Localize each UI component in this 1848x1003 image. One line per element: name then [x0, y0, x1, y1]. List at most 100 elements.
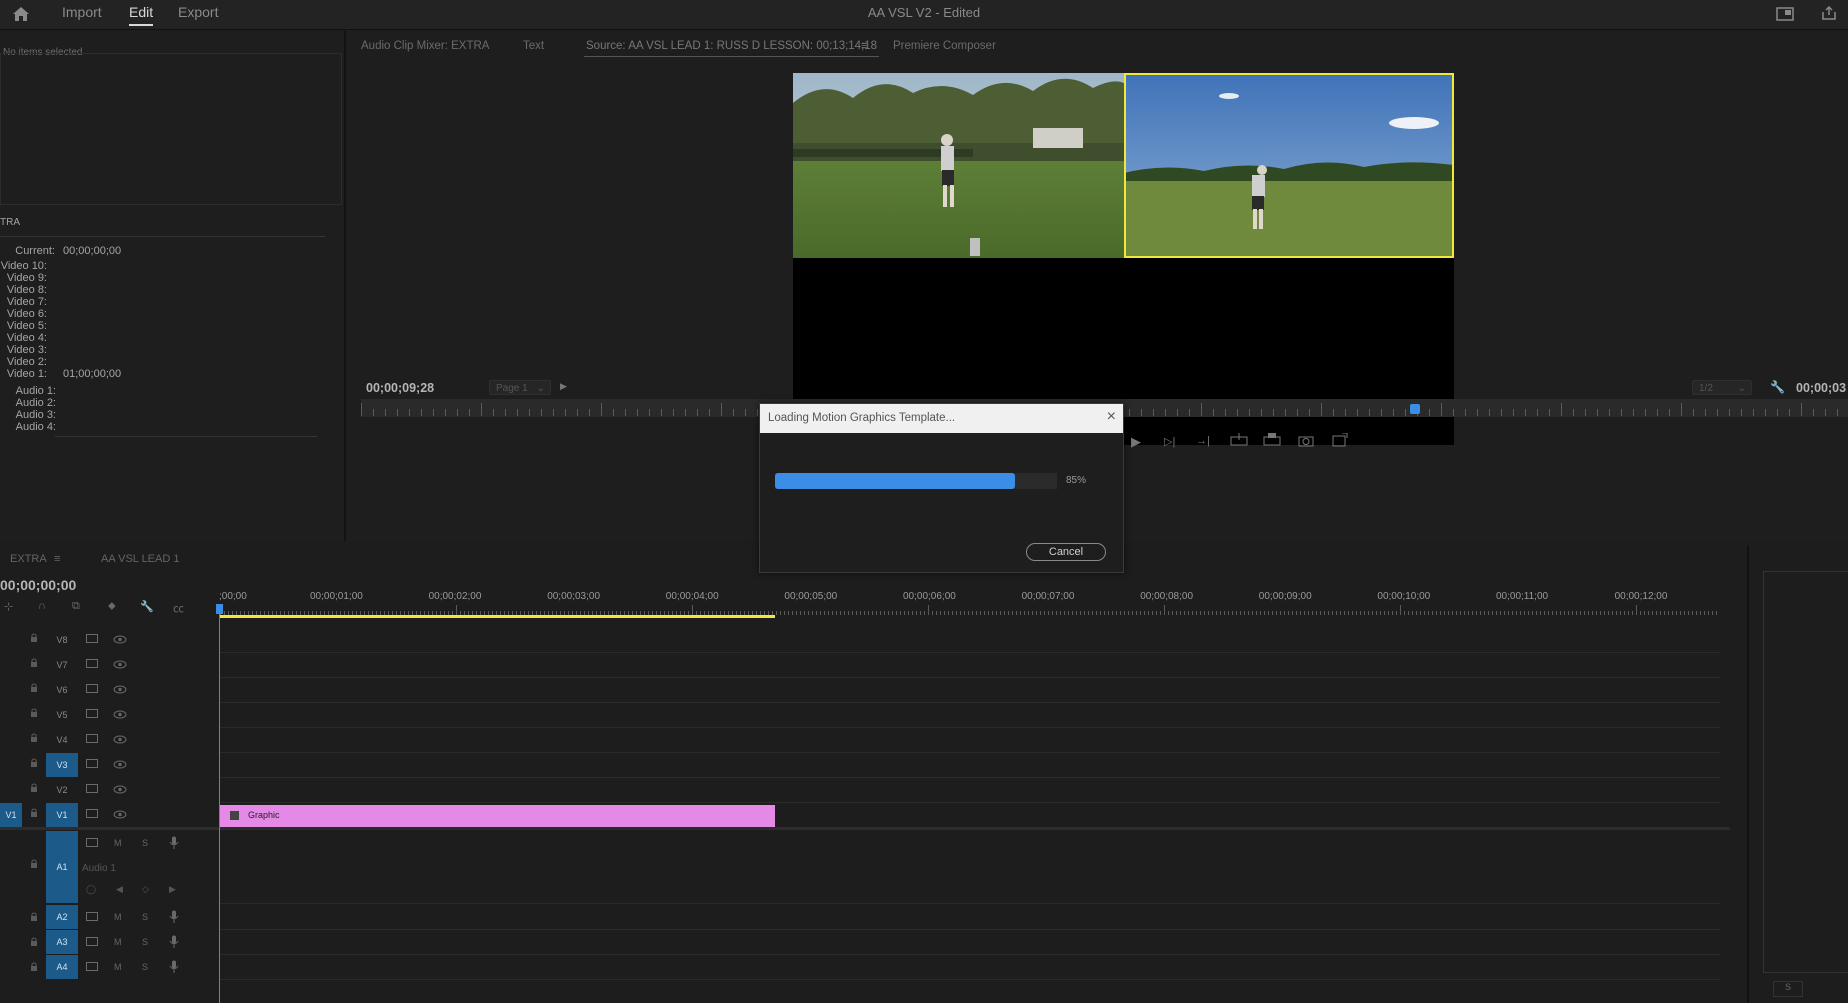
tab-sequence-aa-vsl-lead-1[interactable]: AA VSL LEAD 1: [101, 553, 179, 565]
linked-selection-icon[interactable]: ⧉: [72, 600, 80, 613]
sync-lock-icon[interactable]: [86, 912, 98, 925]
play-button[interactable]: ▶: [1131, 434, 1141, 450]
add-keyframe-icon[interactable]: ◇: [142, 884, 149, 895]
mute-button[interactable]: M: [114, 962, 122, 972]
sync-lock-icon[interactable]: [86, 759, 98, 772]
audio-track-lane[interactable]: [220, 905, 1720, 930]
eye-icon[interactable]: [113, 760, 127, 772]
track-target-v3[interactable]: V3: [46, 753, 78, 777]
source-playhead-marker[interactable]: [1410, 404, 1420, 414]
sync-lock-icon[interactable]: [86, 838, 98, 851]
panel-menu-icon[interactable]: ≡: [861, 40, 867, 52]
sync-lock-icon[interactable]: [86, 709, 98, 722]
add-marker-icon[interactable]: ⬥: [108, 600, 116, 613]
sync-lock-icon[interactable]: [86, 962, 98, 975]
prev-keyframe-icon[interactable]: ◀: [116, 884, 123, 895]
lock-icon[interactable]: [30, 783, 38, 793]
eye-icon[interactable]: [113, 710, 127, 722]
share-icon[interactable]: [1820, 5, 1838, 24]
audio-track-lane[interactable]: [220, 831, 1720, 904]
workspace-icon[interactable]: [1776, 6, 1794, 25]
track-target-v2[interactable]: V2: [46, 778, 78, 802]
timeline-ruler-ticks[interactable]: [220, 605, 1720, 619]
close-icon[interactable]: ×: [1107, 408, 1116, 426]
cancel-button[interactable]: Cancel: [1026, 543, 1106, 561]
track-target-v1[interactable]: V1: [46, 803, 78, 827]
mute-button[interactable]: M: [114, 912, 122, 922]
work-area-bar[interactable]: [220, 615, 775, 618]
lock-icon[interactable]: [30, 937, 38, 950]
microphone-icon[interactable]: [169, 935, 179, 951]
sync-lock-icon[interactable]: [86, 684, 98, 697]
lock-icon[interactable]: [30, 808, 38, 818]
insert-icon[interactable]: [1230, 433, 1248, 450]
eye-icon[interactable]: [113, 660, 127, 672]
graphic-clip[interactable]: Graphic: [220, 805, 775, 827]
video-track-lane[interactable]: [220, 653, 1720, 678]
playhead-line[interactable]: [219, 607, 220, 1003]
tab-audio-clip-mixer[interactable]: Audio Clip Mixer: EXTRA: [361, 40, 489, 52]
sync-lock-icon[interactable]: [86, 937, 98, 950]
lock-icon[interactable]: [30, 633, 38, 643]
audio-track-lane[interactable]: [220, 930, 1720, 955]
snap-icon[interactable]: ∩: [38, 600, 46, 612]
solo-button[interactable]: S: [1773, 981, 1803, 997]
lock-icon[interactable]: [30, 658, 38, 668]
sync-lock-icon[interactable]: [86, 659, 98, 672]
nest-icon[interactable]: ⊹: [4, 600, 13, 613]
track-target-v4[interactable]: V4: [46, 728, 78, 752]
video-track-lane[interactable]: [220, 728, 1720, 753]
sync-lock-icon[interactable]: [86, 784, 98, 797]
track-divider[interactable]: [0, 827, 1730, 830]
eye-icon[interactable]: [113, 735, 127, 747]
video-track-lane[interactable]: [220, 628, 1720, 653]
lock-icon[interactable]: [30, 859, 38, 872]
camera-icon[interactable]: [1298, 434, 1314, 450]
lock-icon[interactable]: [30, 912, 38, 925]
lock-icon[interactable]: [30, 962, 38, 975]
button-editor-icon[interactable]: [1332, 432, 1348, 450]
video-track-lane[interactable]: [220, 778, 1720, 803]
track-target-v8[interactable]: V8: [46, 628, 78, 652]
mute-button[interactable]: M: [114, 838, 122, 848]
microphone-icon[interactable]: [169, 960, 179, 976]
track-target-v5[interactable]: V5: [46, 703, 78, 727]
mute-button[interactable]: M: [114, 937, 122, 947]
panel-menu-icon[interactable]: ≡: [54, 553, 60, 565]
captions-icon[interactable]: ㏄: [173, 600, 184, 616]
lock-icon[interactable]: [30, 733, 38, 743]
play-arrow-icon[interactable]: ▶: [560, 381, 567, 392]
source-patch-v1[interactable]: V1: [0, 803, 22, 827]
keyframe-toggle-icon[interactable]: ◯: [86, 884, 96, 895]
solo-button[interactable]: S: [142, 912, 148, 922]
video-track-lane[interactable]: [220, 753, 1720, 778]
solo-button[interactable]: S: [142, 838, 148, 848]
track-target-a1[interactable]: A1: [46, 831, 78, 903]
eye-icon[interactable]: [113, 785, 127, 797]
audio-track-lane[interactable]: [220, 955, 1720, 980]
sync-lock-icon[interactable]: [86, 634, 98, 647]
track-target-a2[interactable]: A2: [46, 905, 78, 929]
solo-button[interactable]: S: [142, 962, 148, 972]
video-track-lane[interactable]: Graphic: [220, 803, 1720, 828]
lock-icon[interactable]: [30, 758, 38, 768]
tab-sequence-extra[interactable]: EXTRA: [10, 553, 47, 565]
tab-text[interactable]: Text: [523, 40, 544, 52]
microphone-icon[interactable]: [169, 910, 179, 926]
track-target-a3[interactable]: A3: [46, 930, 78, 954]
overwrite-icon[interactable]: [1263, 433, 1281, 450]
video-track-lane[interactable]: [220, 678, 1720, 703]
wrench-icon[interactable]: 🔧: [1770, 380, 1785, 394]
track-target-v7[interactable]: V7: [46, 653, 78, 677]
tab-premiere-composer[interactable]: Premiere Composer: [893, 40, 996, 52]
track-target-a4[interactable]: A4: [46, 955, 78, 979]
eye-icon[interactable]: [113, 685, 127, 697]
step-forward-icon[interactable]: ▷|: [1164, 435, 1175, 448]
lock-icon[interactable]: [30, 708, 38, 718]
go-to-out-icon[interactable]: →|: [1196, 435, 1210, 447]
eye-icon[interactable]: [113, 635, 127, 647]
timeline-timecode[interactable]: 00;00;00;00: [0, 577, 76, 593]
zoom-select[interactable]: 1/2 ⌄: [1692, 380, 1752, 395]
sync-lock-icon[interactable]: [86, 734, 98, 747]
video-frame-right-selected[interactable]: [1124, 73, 1454, 258]
